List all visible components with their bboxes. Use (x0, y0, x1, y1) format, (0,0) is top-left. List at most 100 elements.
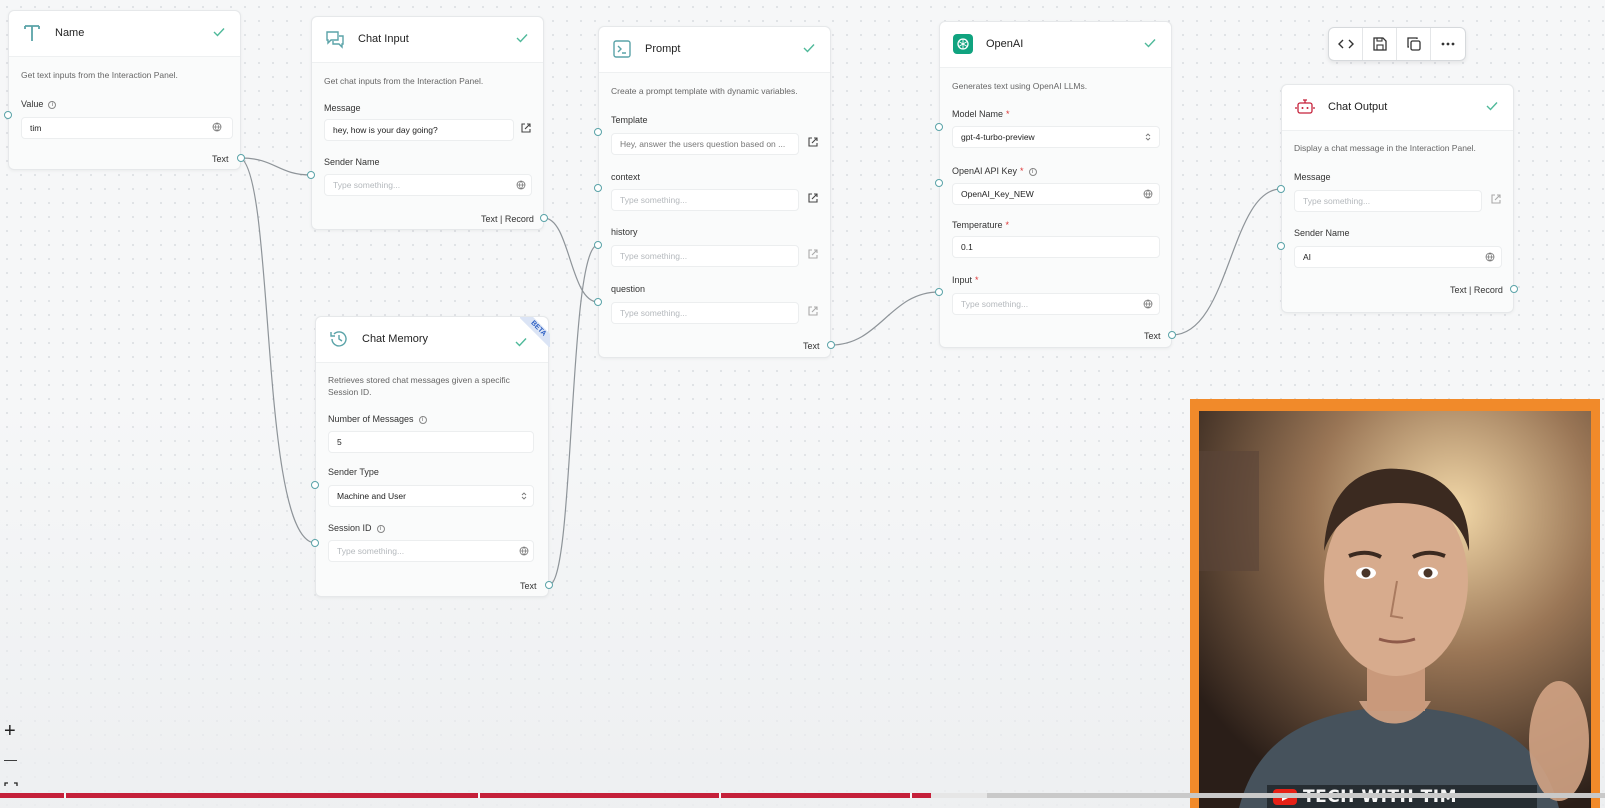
check-icon (516, 34, 528, 43)
model-name-select[interactable]: gpt-4-turbo-preview (952, 126, 1160, 148)
duplicate-button[interactable] (1397, 28, 1431, 60)
output-handle[interactable] (1168, 331, 1176, 339)
edge-prompt-to-openai (830, 291, 940, 346)
bot-icon (1295, 99, 1315, 114)
sender-type-handle[interactable] (311, 481, 319, 489)
edge-name-to-session-id (240, 157, 316, 544)
session-id-handle[interactable] (311, 539, 319, 547)
terminal-icon (613, 40, 631, 58)
more-button[interactable] (1431, 28, 1465, 60)
check-icon (213, 28, 225, 37)
globe-icon[interactable] (516, 180, 526, 190)
history-label: history (611, 227, 638, 237)
message-label: Message (324, 103, 361, 113)
api-key-input[interactable]: OpenAI_Key_NEW (952, 183, 1160, 205)
zoom-in-button[interactable]: + (2, 721, 20, 741)
node-title: Chat Output (1328, 101, 1388, 113)
value-input[interactable]: tim (21, 117, 233, 139)
template-handle[interactable] (594, 128, 602, 136)
node-description: Generates text using OpenAI LLMs. (952, 81, 1088, 91)
output-label: Text (520, 581, 537, 591)
progress-played (0, 793, 931, 798)
external-link-icon[interactable] (807, 136, 819, 148)
sender-name-input[interactable]: AI (1294, 246, 1502, 268)
fit-view-icon (4, 782, 18, 786)
input-handle[interactable] (935, 288, 943, 296)
select-chevron-icon (521, 492, 527, 500)
fit-view-button[interactable] (2, 780, 20, 792)
context-handle[interactable] (594, 184, 602, 192)
code-button[interactable] (1329, 28, 1363, 60)
external-link-icon[interactable] (807, 192, 819, 204)
node-header: Prompt (599, 27, 830, 73)
node-openai[interactable]: OpenAI Generates text using OpenAI LLMs.… (939, 21, 1172, 348)
temperature-input[interactable]: 0.1 (952, 236, 1160, 258)
template-input[interactable]: Hey, answer the users question based on … (611, 133, 799, 155)
node-chat-memory[interactable]: Chat Memory BETA Retrieves stored chat m… (315, 316, 550, 597)
context-input[interactable]: Type something... (611, 189, 799, 211)
node-prompt[interactable]: Prompt Create a prompt template with dyn… (598, 26, 831, 358)
temperature-label: Temperature * (952, 220, 1010, 230)
message-handle[interactable] (1277, 185, 1285, 193)
output-handle[interactable] (540, 214, 548, 222)
external-link-icon[interactable] (1490, 193, 1502, 205)
history-input[interactable]: Type something... (611, 245, 799, 267)
input-handle[interactable] (307, 171, 315, 179)
node-title: OpenAI (986, 38, 1024, 50)
input-field[interactable]: Type something... (952, 293, 1160, 315)
number-of-messages-input[interactable]: 5 (328, 431, 534, 453)
session-id-input[interactable]: Type something... (328, 540, 534, 562)
globe-icon[interactable] (212, 122, 222, 132)
zoom-out-button[interactable]: — (2, 751, 20, 769)
node-name[interactable]: Name Get text inputs from the Interactio… (8, 10, 241, 170)
external-link-icon[interactable] (520, 122, 532, 134)
save-button[interactable] (1363, 28, 1397, 60)
node-description-line2: Session ID. (328, 387, 372, 397)
save-icon (1373, 37, 1387, 51)
edge-memory-to-history (548, 244, 599, 586)
output-handle[interactable] (237, 154, 245, 162)
sender-name-input[interactable]: Type something... (324, 174, 532, 196)
presenter-illustration (1199, 411, 1591, 808)
globe-icon[interactable] (1143, 189, 1153, 199)
input-label: Input * (952, 275, 979, 285)
chapter-marker (910, 793, 912, 798)
message-input[interactable]: Type something... (1294, 190, 1482, 212)
globe-icon[interactable] (1143, 299, 1153, 309)
output-handle[interactable] (827, 341, 835, 349)
node-description: Get text inputs from the Interaction Pan… (21, 70, 178, 80)
value-label: Value i (21, 99, 57, 109)
sender-name-handle[interactable] (1277, 242, 1285, 250)
globe-icon[interactable] (1485, 252, 1495, 262)
api-key-handle[interactable] (935, 179, 943, 187)
external-link-icon[interactable] (807, 305, 819, 317)
check-icon (1144, 39, 1156, 48)
output-handle[interactable] (545, 581, 553, 589)
number-of-messages-label: Number of Messages i (328, 414, 427, 424)
api-key-label: OpenAI API Key * i (952, 166, 1037, 176)
sender-name-label: Sender Name (324, 157, 380, 167)
history-handle[interactable] (594, 241, 602, 249)
video-progress-bar[interactable] (0, 793, 1605, 798)
question-input[interactable]: Type something... (611, 302, 799, 324)
output-handle[interactable] (1510, 285, 1518, 293)
question-handle[interactable] (594, 298, 602, 306)
more-icon (1441, 42, 1455, 46)
node-description: Display a chat message in the Interactio… (1294, 143, 1476, 153)
external-link-icon[interactable] (807, 248, 819, 260)
model-handle[interactable] (935, 123, 943, 131)
check-icon (1486, 102, 1498, 111)
node-chat-input[interactable]: Chat Input Get chat inputs from the Inte… (311, 16, 544, 230)
input-handle[interactable] (4, 111, 12, 119)
check-icon (803, 44, 815, 53)
info-icon: i (48, 101, 57, 109)
output-label: Text | Record (481, 214, 534, 224)
chapter-marker (719, 793, 721, 798)
message-input[interactable]: hey, how is your day going? (324, 119, 514, 141)
node-header: OpenAI (940, 22, 1171, 68)
node-chat-output[interactable]: Chat Output Display a chat message in th… (1281, 84, 1514, 313)
globe-icon[interactable] (519, 546, 529, 556)
webcam-overlay: TECH WITH TIM (1190, 399, 1600, 808)
duplicate-icon (1407, 37, 1421, 51)
sender-type-select[interactable]: Machine and User (328, 485, 534, 507)
